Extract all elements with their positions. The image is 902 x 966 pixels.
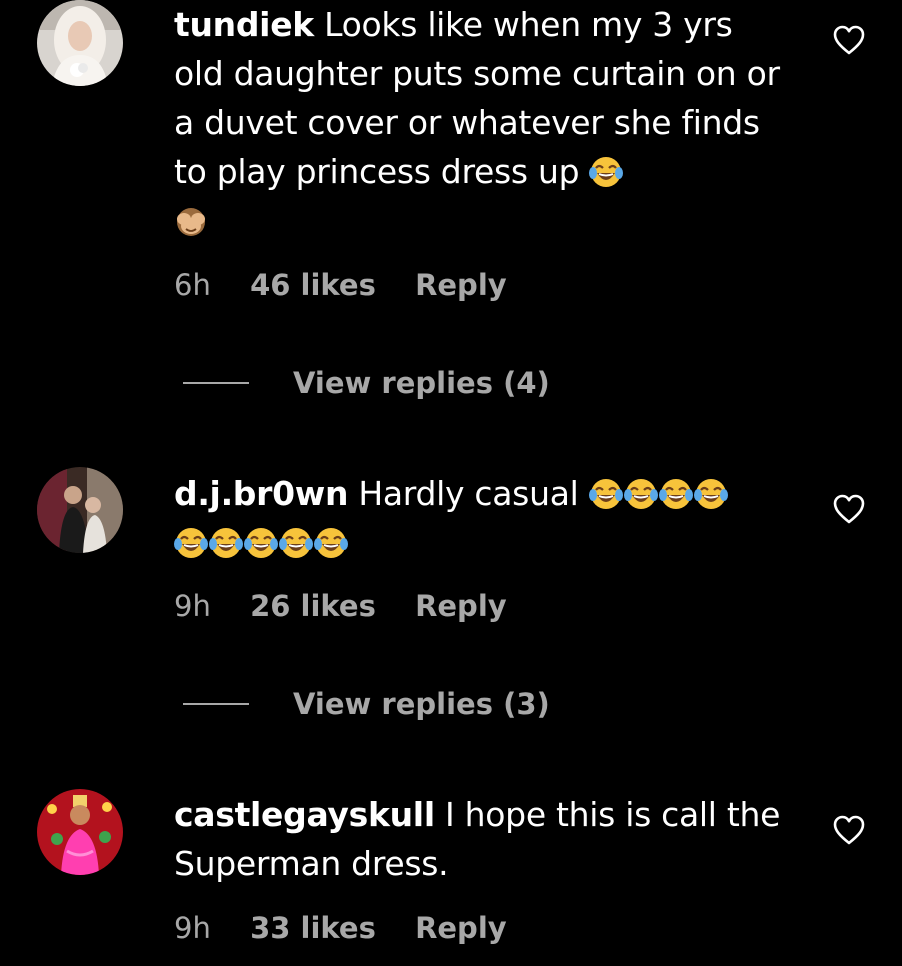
comment-meta: 9h 26 likes Reply [174,589,507,623]
comment-likes[interactable]: 26 likes [250,589,376,623]
see-no-evil-monkey-icon [174,204,208,238]
like-button[interactable] [832,814,866,846]
face-with-tears-of-joy-icon [588,477,623,511]
comment-meta: 9h 33 likes Reply [174,911,507,945]
heart-outline-icon [833,494,865,524]
comment-time: 9h [174,911,211,945]
comment-username[interactable]: castlegayskull [174,795,435,834]
comment-body: castlegayskull I hope this is call the S… [174,790,784,888]
avatar[interactable] [37,789,123,875]
avatar[interactable] [37,0,123,86]
comment-time: 6h [174,268,211,302]
reply-button[interactable]: Reply [415,911,507,945]
face-with-tears-of-joy-icon [623,477,658,511]
comment-time: 9h [174,589,211,623]
replies-divider [183,382,249,384]
face-with-tears-of-joy-icon [279,526,313,560]
face-with-tears-of-joy-icon [209,526,243,560]
comment-likes[interactable]: 33 likes [250,911,376,945]
like-button[interactable] [832,24,866,56]
face-with-tears-of-joy-icon [693,477,728,511]
like-button[interactable] [832,493,866,525]
face-with-tears-of-joy-icon [244,526,278,560]
reply-button[interactable]: Reply [415,589,507,623]
reply-button[interactable]: Reply [415,268,507,302]
face-with-tears-of-joy-icon [658,477,693,511]
comment-username[interactable]: tundiek [174,5,314,44]
avatar[interactable] [37,467,123,553]
comment-body: d.j.br0wn Hardly casual [174,469,784,567]
replies-divider [183,703,249,705]
avatar-image [37,467,123,553]
avatar-image [37,0,123,86]
face-with-tears-of-joy-icon [314,526,348,560]
comment-body: tundiek Looks like when my 3 yrs old dau… [174,0,784,245]
face-with-tears-of-joy-icon [589,155,624,189]
avatar-image [37,789,123,875]
comment-meta: 6h 46 likes Reply [174,268,507,302]
heart-outline-icon [833,25,865,55]
comment-likes[interactable]: 46 likes [250,268,376,302]
heart-outline-icon [833,815,865,845]
view-replies-label: View replies (4) [293,366,550,400]
face-with-tears-of-joy-icon [174,526,208,560]
comment-text: Hardly casual [358,474,579,513]
comment-username[interactable]: d.j.br0wn [174,474,348,513]
view-replies-label: View replies (3) [293,687,550,721]
